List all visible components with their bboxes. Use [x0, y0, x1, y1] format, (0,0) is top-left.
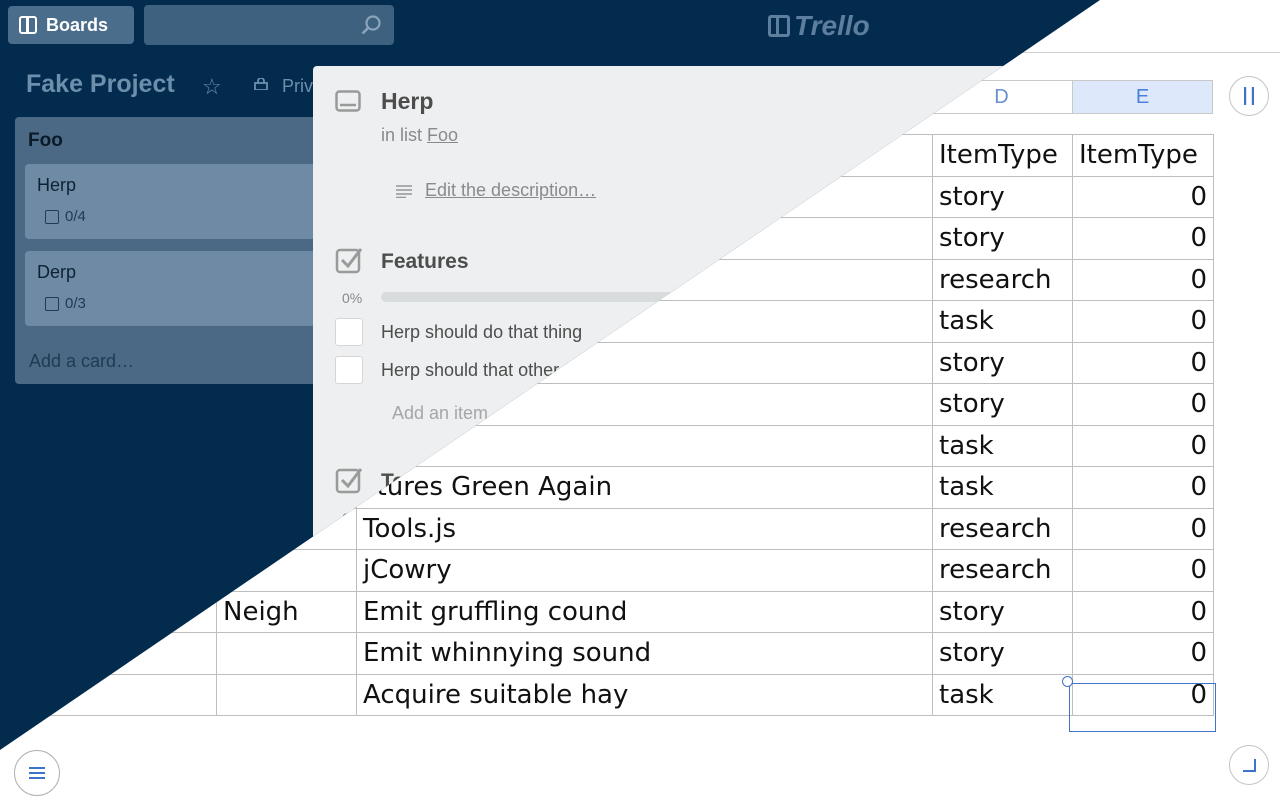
cell-d[interactable]: story: [932, 632, 1073, 675]
table-row: Acquire suitable hay task 0: [0, 673, 1214, 716]
cell-d[interactable]: task: [932, 673, 1073, 716]
boards-label: Boards: [46, 14, 109, 35]
checklist-icon: [335, 248, 363, 274]
logo-text: Trello: [794, 10, 870, 41]
description-icon: [396, 185, 412, 198]
cell-d[interactable]: story: [932, 383, 1073, 426]
card-herp[interactable]: Herp 0/4: [25, 164, 315, 239]
corner-icon[interactable]: [1229, 745, 1269, 785]
cell-e[interactable]: 0: [1072, 590, 1214, 633]
cell-b[interactable]: Neigh: [216, 590, 357, 633]
cell-e[interactable]: 0: [1072, 258, 1214, 301]
cell-c[interactable]: Emit gruffling cound: [356, 590, 933, 633]
cell-e[interactable]: 0: [1072, 217, 1214, 260]
cell-c[interactable]: stures Green Again: [356, 466, 933, 509]
checklist-icon: [45, 209, 59, 224]
boards-icon: [19, 16, 37, 34]
cell-e[interactable]: 0: [1072, 466, 1214, 509]
cell-e[interactable]: 0: [1072, 341, 1214, 384]
checklist-badge: 0/4: [45, 208, 86, 225]
card-title: Herp: [37, 175, 77, 195]
edit-description-link[interactable]: Edit the description…: [425, 180, 596, 201]
badge-count: 0/4: [65, 208, 86, 225]
badge-count: 0/3: [65, 295, 86, 312]
list-link[interactable]: Foo: [427, 125, 458, 145]
cell-e[interactable]: 0: [1072, 175, 1214, 218]
card-detail-title[interactable]: Herp: [381, 88, 433, 115]
list-foo: Foo Herp 0/4 Derp 0/3 Add a card…: [15, 117, 325, 384]
cell-c[interactable]: Acquire suitable hay: [356, 673, 933, 716]
checklist-icon: [45, 296, 59, 311]
search-icon[interactable]: [360, 14, 382, 36]
trello-logo-icon: [768, 15, 790, 37]
cell-e[interactable]: 0: [1072, 300, 1214, 343]
cell-e[interactable]: 0: [1072, 424, 1214, 467]
star-icon[interactable]: ☆: [202, 74, 222, 100]
pause-icon[interactable]: [1229, 76, 1269, 116]
list-title[interactable]: Foo: [28, 130, 63, 152]
cell-b[interactable]: [216, 673, 357, 716]
cell-d[interactable]: task: [932, 424, 1073, 467]
card-title: Derp: [37, 262, 77, 282]
cell-d[interactable]: task: [932, 300, 1073, 343]
cell-b[interactable]: [216, 632, 357, 675]
cell-c[interactable]: Emit whinnying sound: [356, 632, 933, 675]
menu-icon[interactable]: [14, 750, 60, 796]
cell-d[interactable]: research: [932, 258, 1073, 301]
cell-d[interactable]: story: [932, 341, 1073, 384]
cell-e[interactable]: 0: [1072, 632, 1214, 675]
in-list-label: in list Foo: [381, 125, 459, 145]
board-title[interactable]: Fake Project: [26, 70, 175, 99]
table-row: Emit whinnying sound story 0: [0, 632, 1214, 675]
cell-c[interactable]: jCowry: [356, 549, 933, 592]
add-card-link[interactable]: Add a card…: [29, 351, 134, 372]
lock-icon: [254, 78, 268, 90]
cell-e[interactable]: 0: [1072, 507, 1214, 550]
cell-d[interactable]: task: [932, 466, 1073, 509]
cell-selection: [1069, 683, 1216, 732]
card-icon: [335, 90, 361, 112]
checklist-item-checkbox[interactable]: [335, 356, 363, 384]
cell-e[interactable]: 0: [1072, 549, 1214, 592]
trello-logo: Trello: [768, 10, 870, 41]
checklist-icon: [335, 468, 363, 494]
checklist-item[interactable]: Herp should do that thing: [381, 322, 582, 343]
checklist-title-features[interactable]: Features: [381, 250, 469, 274]
cell-c[interactable]: Tools.js: [356, 507, 933, 550]
boards-button[interactable]: Boards: [8, 6, 134, 44]
checklist-item-checkbox[interactable]: [335, 318, 363, 346]
cell-header-e[interactable]: ItemType: [1072, 134, 1214, 177]
cell-e[interactable]: 0: [1072, 383, 1214, 426]
selection-handle[interactable]: [1062, 676, 1073, 687]
cell-d[interactable]: story: [932, 175, 1073, 218]
cell-d[interactable]: story: [932, 590, 1073, 633]
cell-d[interactable]: story: [932, 217, 1073, 260]
column-header-e[interactable]: E: [1072, 80, 1213, 114]
card-derp[interactable]: Derp 0/3: [25, 251, 315, 326]
checklist-badge: 0/3: [45, 295, 86, 312]
search-input[interactable]: [144, 5, 394, 45]
checklist-percent: 0%: [342, 290, 363, 306]
cell-d[interactable]: research: [932, 507, 1073, 550]
cell-d[interactable]: research: [932, 549, 1073, 592]
cell-header-d[interactable]: ItemType: [932, 134, 1073, 177]
privacy-button[interactable]: Priv: [282, 76, 313, 97]
